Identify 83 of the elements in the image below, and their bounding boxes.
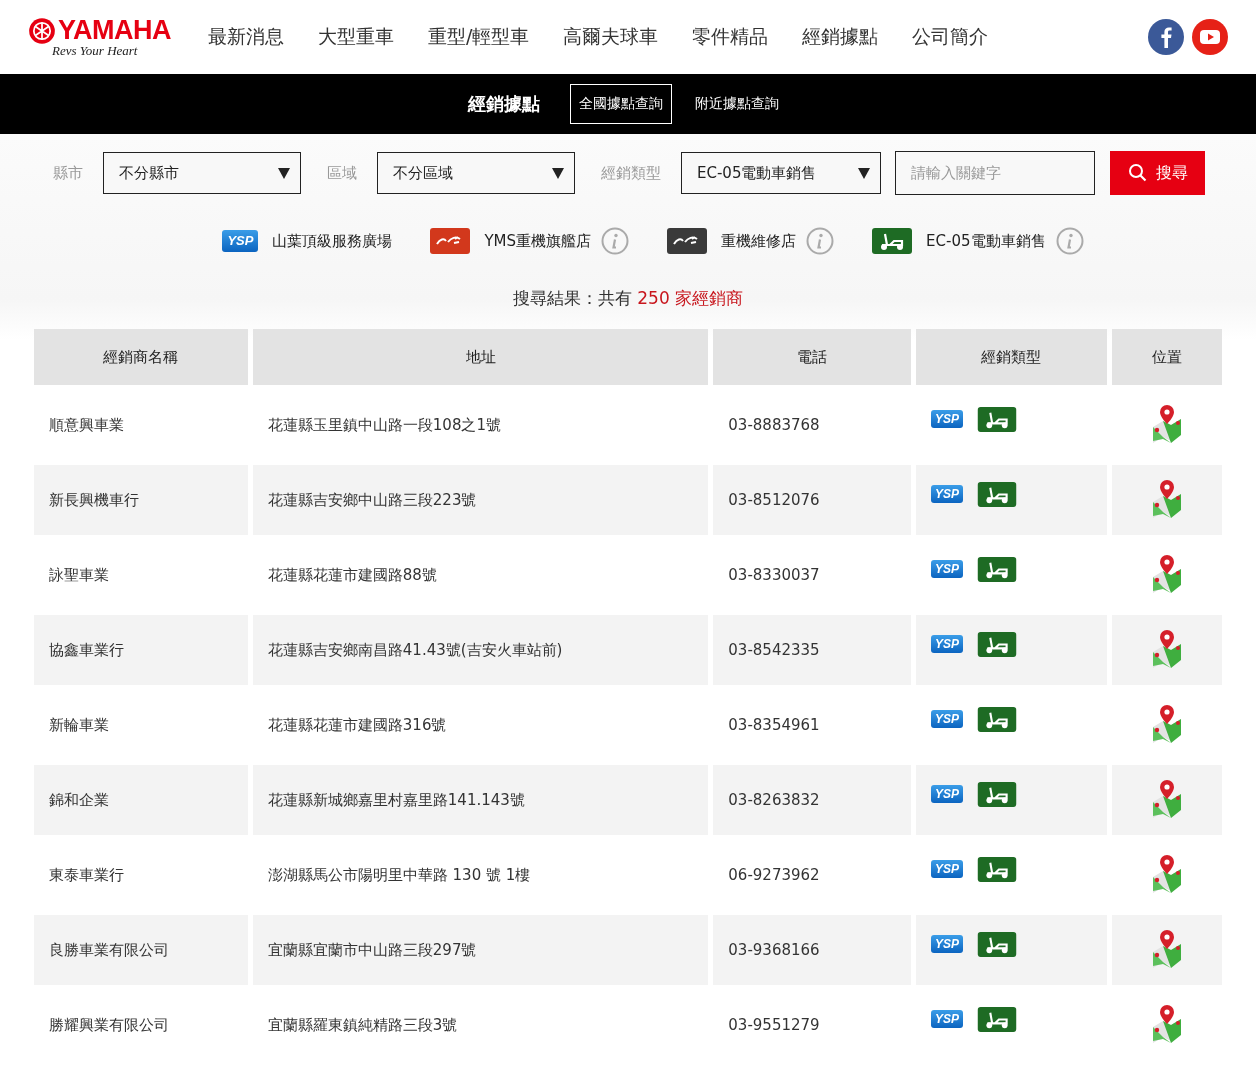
tab[interactable]: 附近據點查詢 [686,84,788,124]
nav-link[interactable]: 重型/輕型車 [428,24,530,50]
table-cell-text: 06-9273962 [727,865,821,886]
scooter-icon [976,931,1017,957]
table-cell: 錦和企業 [34,765,248,835]
table-cell: 03-8263832 [713,765,911,835]
scooter-icon [976,1006,1017,1032]
table-cell: 03-9368166 [713,915,911,985]
result-count-text: 搜尋結果：共有 250 家經銷商 [512,288,744,308]
dropdown[interactable]: 不分區域 [377,152,575,194]
scooter-icon [976,856,1017,882]
section-title: 經銷據點 [468,92,540,116]
table-cell-text: 03-8354961 [727,715,821,736]
table-cell-text: 03-8883768 [727,415,821,436]
legend-label: YMS重機旗艦店 [484,231,592,251]
table-cell: 03-8512076 [713,465,911,535]
table-cell: 新長興機車行 [34,465,248,535]
search-field[interactable]: 請輸入關鍵字 [895,151,1095,195]
ysp-badge: YSP [930,709,963,729]
legend-label: EC-05電動車銷售 [926,231,1046,251]
scooter-icon [872,228,913,254]
nav-link[interactable]: 公司簡介 [912,24,989,50]
table-cell: 良勝車業有限公司 [34,915,248,985]
table-cell-text: 東泰車業行 [48,864,125,886]
ysp-badge: YSP [930,634,963,654]
brand-logo-text[interactable]: YAMAHA [58,15,171,46]
nav-link[interactable]: 高爾夫球車 [563,24,659,50]
scooter-icon [976,631,1017,657]
facebook-icon[interactable] [1148,19,1184,55]
scooter-icon [976,556,1017,582]
table-cell-text: 花蓮縣玉里鎮中山路一段108之1號 [266,414,502,436]
table-cell-text: 03-8330037 [727,565,821,586]
column-header: 電話 [713,329,911,385]
scooter-icon [976,706,1017,732]
table-cell: 花蓮縣吉安鄉南昌路41.43號(吉安火車站前) [252,615,709,685]
table-cell: 宜蘭縣宜蘭市中山路三段297號 [252,915,709,985]
table-cell-text: 順意興車業 [48,414,125,436]
table-cell-text: 詠聖車業 [48,564,110,586]
legend-label: 山葉頂級服務廣場 [272,231,393,251]
search-icon [1127,163,1148,183]
tab[interactable]: 全國據點查詢 [570,84,672,124]
dropdown[interactable]: EC-05電動車銷售 [681,152,881,194]
table-cell: 協鑫車業行 [34,615,248,685]
table-cell-text: 新輪車業 [48,714,110,736]
filter-label: 縣市 [53,163,83,183]
scooter-icon [976,481,1017,507]
ysp-badge: YSP [930,784,963,804]
caret-icon [858,167,870,179]
search-button[interactable]: 搜尋 [1110,151,1205,195]
column-header: 經銷商名稱 [34,329,248,385]
caret-icon [278,167,290,179]
table-cell: 花蓮縣吉安鄉中山路三段223號 [252,465,709,535]
nav-link[interactable]: 大型重車 [318,24,394,50]
table-cell: 花蓮縣新城鄉嘉里村嘉里路141.143號 [252,765,709,835]
ysp-badge: YSP [930,409,963,429]
nav-link[interactable]: 零件精品 [692,24,769,50]
filter-label: 經銷類型 [601,163,661,183]
legend-label: 重機維修店 [721,231,797,251]
ysp-badge: YSP [222,230,259,252]
ysp-badge: YSP [930,559,963,579]
table-cell-text: 澎湖縣馬公市陽明里中華路 130 號 1樓 [266,864,532,886]
ysp-badge: YSP [930,934,963,954]
column-header: 經銷類型 [915,329,1107,385]
dropdown[interactable]: 不分縣市 [103,152,301,194]
table-cell-text: 勝耀興業有限公司 [48,1014,170,1036]
filter-label: 區域 [327,163,357,183]
column-header: 地址 [252,329,709,385]
column-header: 位置 [1111,329,1222,385]
scooter-icon [976,406,1017,432]
table-cell: 03-8542335 [713,615,911,685]
table-cell-text: 03-9551279 [727,1015,821,1036]
nav-link[interactable]: 經銷據點 [802,24,879,50]
caret-icon [552,167,564,179]
scooter-icon [976,781,1017,807]
table-cell-text: 花蓮縣花蓮市建國路88號 [266,564,438,586]
ysp-badge: YSP [930,484,963,504]
tagline-text: Revs Your Heart [52,43,139,59]
ysp-badge: YSP [930,859,963,879]
ysp-badge: YSP [930,1009,963,1029]
nav-link[interactable]: 最新消息 [208,24,284,50]
table-cell-text: 宜蘭縣羅東鎮純精路三段3號 [266,1014,459,1036]
youtube-icon[interactable] [1192,19,1228,55]
table-cell-text: 花蓮縣花蓮市建國路316號 [266,714,448,736]
